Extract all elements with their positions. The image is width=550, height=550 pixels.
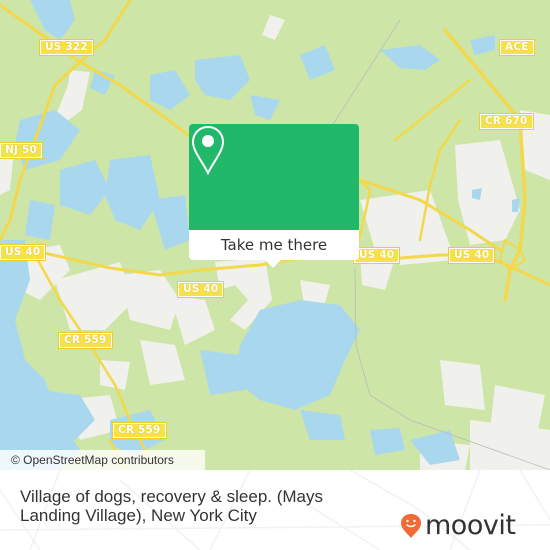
road-label-nj50: NJ 50 <box>0 142 43 159</box>
moovit-pin-icon <box>401 513 421 538</box>
moovit-logo-text: moovit <box>425 510 516 541</box>
road-label-us40-mid: US 40 <box>176 281 225 298</box>
place-name: Village of dogs, recovery & sleep. (Mays… <box>20 487 323 525</box>
road-label-ace: ACE <box>499 39 535 56</box>
moovit-logo[interactable]: moovit <box>400 510 516 541</box>
map-attribution[interactable]: © OpenStreetMap contributors <box>0 450 205 470</box>
road-label-us322: US 322 <box>39 39 94 56</box>
road-label-cr559-south: CR 559 <box>112 422 167 439</box>
road-label-us40-center: US 40 <box>352 247 401 264</box>
popup-header <box>189 124 359 230</box>
footer: Village of dogs, recovery & sleep. (Mays… <box>0 470 550 550</box>
road-label-us40-east: US 40 <box>447 247 496 264</box>
popup-pointer <box>265 260 281 268</box>
road-label-cr670: CR 670 <box>479 113 534 130</box>
road-label-us40-west: US 40 <box>0 244 47 261</box>
road-label-cr559-north: CR 559 <box>58 332 113 349</box>
location-popup[interactable]: Take me there <box>189 124 359 268</box>
map-view[interactable]: US 322 ACE CR 670 NJ 50 US 40 US 40 US 4… <box>0 0 550 470</box>
map-pin-icon <box>191 125 225 176</box>
take-me-there-button[interactable]: Take me there <box>189 230 359 260</box>
